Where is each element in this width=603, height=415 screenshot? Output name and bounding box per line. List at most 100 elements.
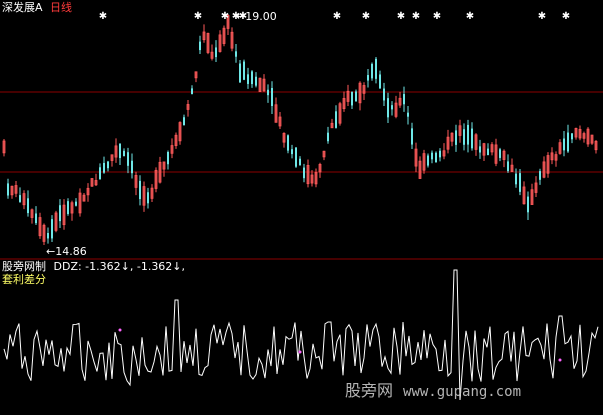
candle-body	[127, 152, 129, 166]
candlestick[interactable]	[287, 134, 289, 154]
stock-chart[interactable]: ✱ ✱ ✱ ✱✱ ✱ ✱ ✱ ✱ ✱ ✱ ✱ ✱	[0, 0, 603, 415]
watermark-url: www.gupang.com	[403, 384, 522, 400]
candle-body	[167, 151, 169, 165]
candle-body	[467, 124, 469, 145]
candlestick[interactable]	[586, 127, 590, 147]
watermark: 股旁网 www.gupang.com	[345, 377, 521, 401]
candle-body	[351, 91, 353, 106]
candle-body	[375, 58, 377, 79]
candle-body	[455, 130, 457, 145]
signal-marker: ✱	[362, 11, 370, 22]
cross-point	[298, 350, 302, 354]
candle-body	[519, 173, 521, 192]
candle-body	[303, 167, 305, 179]
candle-body	[235, 51, 237, 57]
signal-marker: ✱	[466, 11, 474, 22]
stock-name: 深发展A	[2, 1, 43, 14]
candle-body	[335, 111, 337, 128]
candle-body	[407, 112, 409, 117]
candlestick[interactable]	[295, 146, 297, 168]
candle-body	[123, 150, 125, 157]
candle-body	[239, 63, 241, 83]
candle-body	[515, 173, 517, 185]
candlestick[interactable]	[54, 210, 58, 233]
candle-body	[183, 117, 185, 126]
candle-body	[291, 149, 293, 155]
candle-body	[51, 219, 53, 239]
candle-body	[35, 213, 37, 224]
signal-marker: ✱	[99, 11, 107, 22]
low-price-value: 14.86	[55, 245, 87, 258]
candlestick[interactable]	[154, 167, 158, 193]
period-label: 日线	[50, 1, 73, 14]
candle-body	[131, 160, 133, 174]
high-price-arrow: ←	[236, 10, 246, 23]
candlestick[interactable]	[590, 134, 594, 145]
candlestick[interactable]	[42, 223, 46, 246]
low-price-label: ←14.86	[46, 246, 87, 258]
chart-background	[0, 0, 603, 415]
candlestick[interactable]	[243, 59, 245, 81]
candle-body	[295, 147, 297, 167]
chart-title: 深发展A 日线	[2, 2, 72, 14]
candle-body	[191, 88, 193, 95]
candle-body	[299, 158, 301, 166]
candle-body	[19, 195, 21, 202]
candle-body	[103, 162, 105, 173]
candle-body	[287, 135, 289, 151]
candle-body	[567, 132, 569, 152]
candle-body	[499, 149, 501, 158]
candlestick[interactable]	[178, 121, 182, 145]
candle-body	[463, 129, 465, 145]
candlestick[interactable]	[258, 77, 262, 93]
candle-body	[59, 205, 61, 222]
candlestick[interactable]	[371, 62, 373, 81]
candle-body	[271, 88, 273, 107]
indicator-header: 股旁网制 DDZ: -1.362↓, -1.362↓,	[2, 261, 185, 273]
candle-body	[327, 132, 329, 142]
candle-body	[119, 143, 121, 158]
signal-marker: ✱	[194, 11, 202, 22]
candle-body	[471, 128, 473, 149]
candle-body	[479, 146, 481, 153]
candle-body	[7, 183, 9, 196]
candle-body	[267, 89, 269, 96]
candlestick[interactable]	[206, 32, 210, 55]
candle-body	[371, 63, 373, 79]
high-price-value: 19.00	[245, 10, 277, 23]
candle-body	[255, 76, 257, 86]
signal-marker: ✱	[433, 11, 441, 22]
indicator-source: 股旁网制	[2, 260, 46, 273]
signal-marker: ✱	[412, 11, 420, 22]
candlestick[interactable]	[90, 178, 94, 187]
candle-body	[139, 180, 141, 200]
candle-body	[251, 71, 253, 85]
candle-body	[367, 75, 369, 81]
candle-body	[243, 61, 245, 80]
candlestick[interactable]	[422, 149, 426, 174]
candle-body	[67, 201, 69, 215]
candle-body	[539, 171, 541, 180]
candle-body	[403, 94, 405, 105]
signal-marker: ✱	[538, 11, 546, 22]
candle-body	[47, 233, 49, 239]
candle-body	[571, 133, 573, 140]
candlestick[interactable]	[222, 25, 226, 47]
candlestick[interactable]	[427, 153, 429, 168]
high-price-label: ←19.00	[236, 11, 277, 23]
signal-marker: ✱	[221, 11, 229, 22]
candle-body	[439, 150, 441, 158]
candle-body	[527, 196, 529, 213]
candlestick[interactable]	[51, 215, 53, 242]
candle-body	[75, 201, 77, 206]
low-price-arrow: ←	[46, 245, 56, 258]
indicator-formula: DDZ: -1.362↓, -1.362↓,	[53, 260, 186, 273]
candle-body	[355, 91, 357, 102]
signal-marker: ✱	[397, 11, 405, 22]
candle-body	[99, 167, 101, 180]
candle-body	[487, 148, 489, 156]
candlestick[interactable]	[338, 101, 342, 126]
candlestick[interactable]	[435, 151, 437, 163]
watermark-brand: 股旁网	[345, 381, 394, 400]
candle-body	[215, 47, 217, 58]
